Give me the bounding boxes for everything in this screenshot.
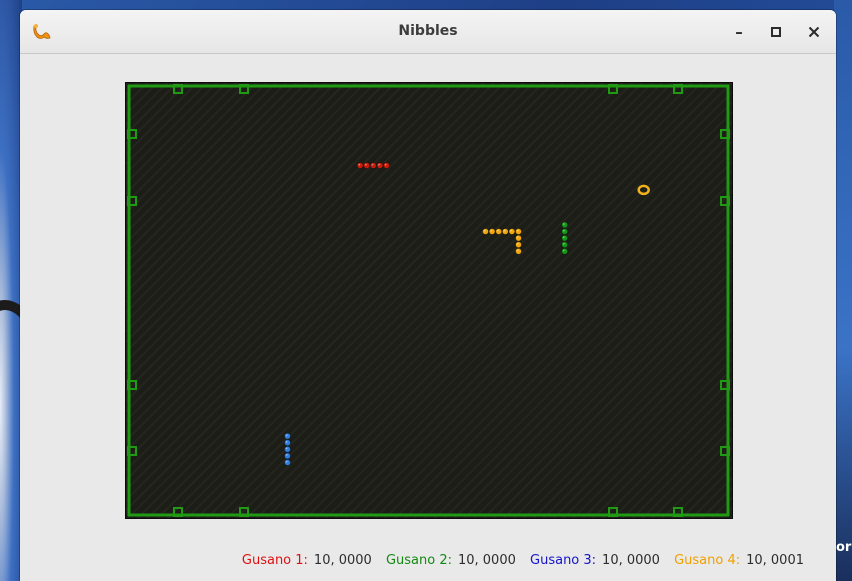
worm-segment-shine [483, 229, 486, 232]
worms-layer [284, 162, 568, 466]
worm-segment [502, 228, 509, 235]
worm-segment-shine [378, 163, 380, 166]
score-value: 10, 0000 [457, 553, 516, 568]
worm-segment [515, 241, 522, 248]
worm-segment-shine [384, 163, 387, 166]
worm-segment-shine [285, 454, 288, 456]
desktop-edge-text: or [836, 540, 852, 555]
score-worm-4: Gusano 4: 10, 0001 [674, 553, 804, 568]
worm-segment [561, 234, 568, 242]
worm-segment-shine [562, 249, 565, 252]
worm-segment-shine [562, 229, 565, 232]
worm-segment [515, 234, 522, 242]
worm-segment [488, 228, 496, 235]
score-label: Gusano 1: [241, 553, 308, 568]
window-title: Nibbles [398, 23, 458, 39]
worm-segment [561, 228, 568, 235]
score-worm-1: Gusano 1: 10, 0000 [242, 553, 376, 568]
worm-segment-shine [562, 223, 565, 225]
worm-1 [356, 162, 390, 169]
worm-segment [561, 221, 568, 229]
maximize-icon [771, 27, 781, 37]
worm-segment-shine [510, 229, 512, 232]
score-worm-2: Gusano 2: 10, 0000 [386, 553, 520, 568]
worm-segment [284, 452, 291, 460]
worm-segment-shine [516, 229, 519, 232]
score-value: 10, 0001 [746, 553, 804, 568]
desktop-background-left [0, 0, 50, 581]
score-value: 10, 0000 [602, 553, 660, 568]
score-worm-3: Gusano 3: 10, 0000 [530, 553, 664, 568]
worm-segment [370, 162, 377, 169]
close-button[interactable] [803, 21, 825, 43]
worm-segment-shine [490, 229, 493, 232]
worm-segment [561, 248, 568, 255]
worm-segment [383, 162, 390, 169]
arena-walls [127, 84, 730, 517]
worm-segment-shine [285, 434, 288, 437]
game-board[interactable] [125, 82, 733, 519]
worm-segment-shine [285, 460, 288, 463]
worm-segment [376, 162, 384, 169]
worm-segment-shine [503, 229, 506, 232]
worm-segment [284, 459, 291, 466]
score-label: Gusano 3: [530, 553, 597, 568]
worm-segment-shine [562, 242, 565, 245]
worm-segment [284, 439, 291, 446]
worm-segment-shine [516, 242, 519, 245]
worm-segment [508, 228, 516, 235]
score-bar: Gusano 1: 10, 0000 Gusano 2: 10, 0000 Gusa… [20, 553, 804, 573]
worm-segment [515, 248, 522, 255]
worm-segment [482, 228, 489, 235]
worm-segment [363, 162, 370, 169]
desktop-background-right [834, 0, 852, 581]
bonus-ring-icon [637, 184, 650, 196]
worm-segment [561, 241, 568, 248]
nibbles-window: Nibbles – Gusano 1: 10, 0000 Gusano 2: 10,… [20, 10, 836, 581]
maximize-button[interactable] [765, 21, 787, 43]
worm-segment-shine [358, 163, 361, 166]
worm-segment-shine [516, 249, 519, 252]
close-icon [808, 26, 820, 38]
worm-segment [284, 446, 291, 453]
minimize-button[interactable]: – [728, 21, 750, 43]
score-value: 10, 0000 [313, 553, 372, 568]
worm-segment-shine [285, 440, 288, 443]
game-arena [127, 84, 730, 517]
worm-segment-shine [562, 236, 565, 239]
worm-segment [495, 228, 502, 235]
worm-segment [356, 162, 364, 169]
title-bar[interactable]: Nibbles – [20, 10, 836, 54]
score-label: Gusano 2: [385, 553, 452, 568]
bonus-layer [637, 184, 650, 196]
worm-2 [561, 221, 568, 255]
score-label: Gusano 4: [674, 553, 741, 568]
worm-segment-shine [516, 236, 519, 239]
worm-segment-shine [496, 229, 499, 232]
worm-segment [284, 432, 291, 440]
worm-segment [515, 228, 522, 235]
worm-4 [482, 228, 522, 255]
worm-segment-shine [364, 163, 367, 166]
worm-segment-shine [371, 163, 374, 166]
worm-3 [284, 432, 291, 466]
worm-segment-shine [285, 447, 288, 450]
